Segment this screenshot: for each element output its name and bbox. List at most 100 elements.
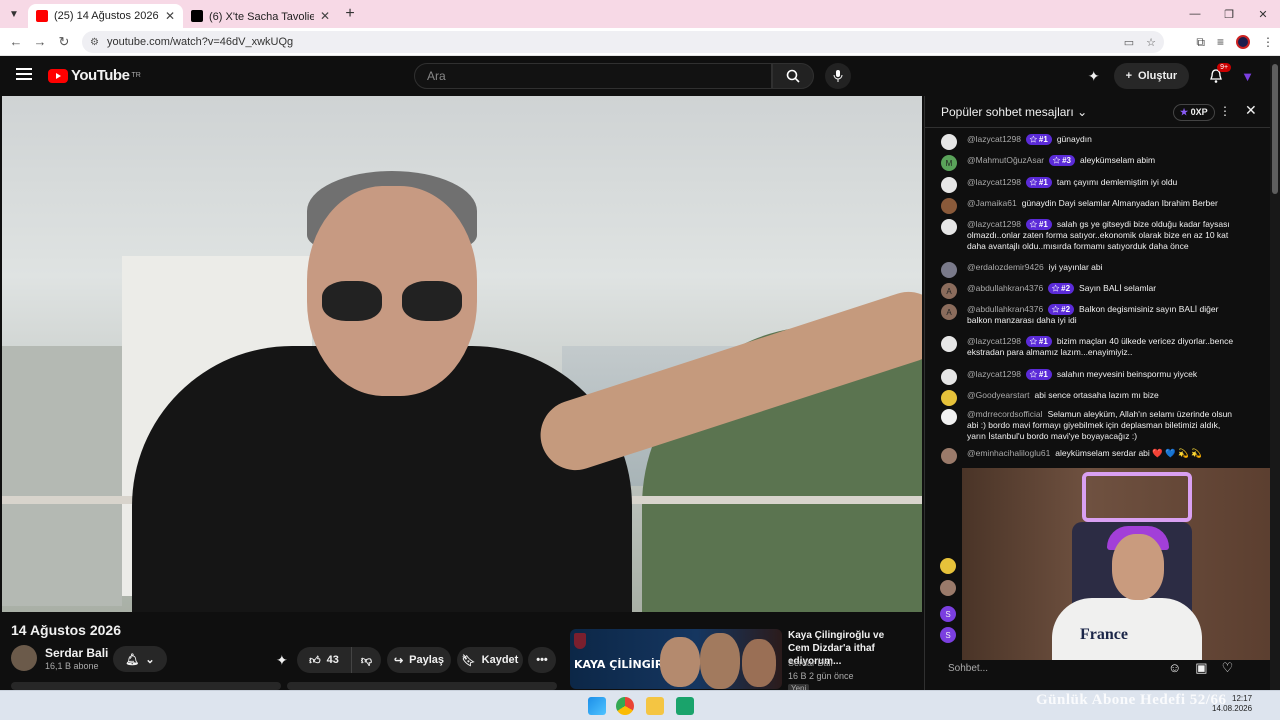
forward-icon[interactable]: → bbox=[28, 34, 52, 49]
close-window-icon[interactable]: ✕ bbox=[1246, 0, 1280, 28]
more-actions-button[interactable]: ••• bbox=[528, 647, 556, 673]
super-chat-icon[interactable]: ▣ bbox=[1195, 660, 1207, 676]
more-vertical-icon[interactable]: ⋮ bbox=[1219, 104, 1231, 118]
chat-author-name[interactable]: @lazycat1298 bbox=[967, 219, 1021, 229]
chat-author-avatar[interactable]: A bbox=[941, 304, 957, 320]
chat-author-name[interactable]: @abdullahkran4376 bbox=[967, 304, 1043, 314]
cast-icon[interactable]: ▭ bbox=[1124, 36, 1134, 49]
site-info-icon[interactable]: ⚙ bbox=[90, 37, 99, 48]
chat-message: @mdrrecordsofficial Selamun aleyküm, Alla… bbox=[941, 409, 1241, 442]
browser-toolbar: ← → ↻ ⚙ youtube.com/watch?v=46dV_xwkUQg … bbox=[0, 28, 1280, 56]
comment-box[interactable] bbox=[287, 682, 557, 690]
chat-message-text: aleykümselam abim bbox=[1079, 155, 1156, 165]
profile-avatar[interactable] bbox=[1236, 35, 1250, 49]
chat-author-name[interactable]: @mdrrecordsofficial bbox=[967, 409, 1043, 419]
extensions-icon[interactable]: ⧉ bbox=[1196, 35, 1205, 50]
chat-author-name[interactable]: @eminhacihaliloglu61 bbox=[967, 448, 1050, 458]
recommended-video-thumbnail[interactable]: KAYA ÇİLİNGİROĞLU bbox=[570, 629, 782, 689]
file-explorer-icon[interactable] bbox=[646, 697, 664, 715]
restore-icon[interactable]: ❐ bbox=[1212, 0, 1246, 28]
chat-participant-avatar bbox=[940, 580, 956, 596]
chat-author-avatar[interactable] bbox=[941, 448, 957, 464]
chat-author-avatar[interactable] bbox=[941, 390, 957, 406]
ask-sparkle-icon[interactable]: ✦ bbox=[276, 652, 288, 669]
emoji-icon[interactable]: ☺ bbox=[1168, 660, 1181, 676]
share-button[interactable]: ↪ Paylaş bbox=[387, 647, 451, 673]
chat-author-name[interactable]: @abdullahkran4376 bbox=[967, 283, 1043, 293]
dislike-button[interactable]: 👎︎ bbox=[351, 647, 381, 673]
media-controls-icon[interactable]: ≡ bbox=[1217, 35, 1224, 49]
subscribed-bell-button[interactable]: 🔔︎ ⌄ bbox=[113, 646, 167, 672]
browser-menu-icon[interactable]: ⋮ bbox=[1262, 35, 1274, 49]
chat-message: @lazycat1298 ✩ #1 tam çayımı demlemiştim i… bbox=[941, 177, 1241, 193]
app-icon[interactable] bbox=[676, 697, 694, 715]
new-tab-icon[interactable]: + bbox=[338, 5, 362, 23]
chat-author-name[interactable]: @Goodyearstart bbox=[967, 390, 1030, 400]
youtube-header: YouTube TR Ara ✦ + Oluştur 9+ ▼ bbox=[0, 56, 1280, 96]
chat-rank-badge: ✩ #2 bbox=[1048, 304, 1075, 315]
channel-avatar[interactable] bbox=[11, 645, 37, 671]
recommended-channel[interactable]: Serdar Bali bbox=[788, 658, 833, 668]
chat-author-avatar[interactable] bbox=[941, 177, 957, 193]
tab-search-icon[interactable]: ▼ bbox=[0, 0, 28, 28]
chat-author-name[interactable]: @MahmutOğuzAsar bbox=[967, 155, 1044, 165]
chat-author-avatar[interactable] bbox=[941, 262, 957, 278]
chat-author-avatar[interactable] bbox=[941, 198, 957, 214]
save-button[interactable]: 🔖︎ Kaydet bbox=[457, 647, 523, 673]
voice-search-button[interactable] bbox=[825, 63, 851, 89]
chat-author-avatar[interactable] bbox=[941, 336, 957, 352]
chat-author-avatar[interactable] bbox=[941, 219, 957, 235]
chat-author-name[interactable]: @lazycat1298 bbox=[967, 177, 1021, 187]
search-icon bbox=[786, 69, 800, 83]
create-button[interactable]: + Oluştur bbox=[1113, 63, 1190, 89]
tab-youtube[interactable]: (25) 14 Ağustos 2026 - YouTube ✕ bbox=[28, 4, 183, 28]
menu-icon[interactable] bbox=[16, 68, 32, 80]
browser-tab-strip: ▼ (25) 14 Ağustos 2026 - YouTube ✕ (6) X… bbox=[0, 0, 1280, 28]
close-tab-icon[interactable]: ✕ bbox=[165, 9, 175, 23]
windows-start-icon[interactable] bbox=[588, 697, 606, 715]
video-player[interactable] bbox=[2, 96, 922, 612]
chat-message-text: günaydin Dayi selamlar Almanyadan Ibrahi… bbox=[1021, 198, 1218, 208]
chat-author-avatar[interactable] bbox=[941, 134, 957, 150]
youtube-logo[interactable]: YouTube TR bbox=[48, 67, 141, 84]
chat-author-avatar[interactable]: A bbox=[941, 283, 957, 299]
reload-icon[interactable]: ↻ bbox=[52, 34, 76, 50]
like-button[interactable]: 👍︎ 43 bbox=[297, 647, 351, 673]
notifications-button[interactable]: 9+ bbox=[1201, 61, 1232, 91]
ask-sparkle-icon[interactable]: ✦ bbox=[1088, 68, 1100, 85]
minimize-icon[interactable]: — bbox=[1178, 0, 1212, 28]
chat-author-name[interactable]: @lazycat1298 bbox=[967, 369, 1021, 379]
streamer-camera-overlay: France bbox=[962, 468, 1278, 660]
channel-name[interactable]: Serdar Bali bbox=[45, 646, 108, 660]
youtube-favicon-icon bbox=[36, 10, 48, 22]
tab-x[interactable]: (6) X'te Sacha Tavolieri: "🔵🟣 ✕ bbox=[183, 4, 338, 28]
save-label: Kaydet bbox=[481, 654, 519, 666]
close-icon[interactable]: ✕ bbox=[1245, 102, 1257, 119]
heart-icon[interactable]: ♡ bbox=[1222, 660, 1234, 676]
subscriber-count: 16,1 B abone bbox=[45, 661, 99, 671]
back-icon[interactable]: ← bbox=[4, 34, 28, 49]
chat-mode-dropdown[interactable]: Popüler sohbet mesajları ⌄ bbox=[941, 105, 1087, 119]
chat-author-name[interactable]: @lazycat1298 bbox=[967, 336, 1021, 346]
chat-message: @lazycat1298 ✩ #1 salah gs ye gitseydi biz… bbox=[941, 219, 1241, 252]
share-label: Paylaş bbox=[409, 654, 445, 666]
tab-title: (6) X'te Sacha Tavolieri: "🔵🟣 bbox=[209, 10, 314, 23]
search-button[interactable] bbox=[772, 63, 814, 89]
chat-author-name[interactable]: @lazycat1298 bbox=[967, 134, 1021, 144]
search-input[interactable]: Ara bbox=[414, 63, 772, 89]
chat-author-avatar[interactable] bbox=[941, 369, 957, 385]
scrollbar-thumb[interactable] bbox=[1272, 64, 1278, 194]
chat-author-avatar[interactable]: M bbox=[941, 155, 957, 171]
close-tab-icon[interactable]: ✕ bbox=[320, 9, 330, 23]
chat-author-name[interactable]: @erdalozdemir9426 bbox=[967, 262, 1044, 272]
chat-input[interactable]: Sohbet... bbox=[940, 658, 1158, 678]
address-bar[interactable]: ⚙ youtube.com/watch?v=46dV_xwkUQg ▭ ☆ bbox=[82, 31, 1164, 53]
channel-avatar-icon[interactable]: ▼ bbox=[1241, 69, 1254, 84]
description-box[interactable] bbox=[11, 682, 281, 690]
page-scrollbar[interactable] bbox=[1270, 56, 1280, 690]
bookmark-star-icon[interactable]: ☆ bbox=[1146, 36, 1156, 49]
chrome-icon[interactable] bbox=[616, 697, 634, 715]
chat-author-name[interactable]: @Jamaika61 bbox=[967, 198, 1017, 208]
chat-author-avatar[interactable] bbox=[941, 409, 957, 425]
xp-badge[interactable]: ★ 0XP bbox=[1173, 104, 1215, 121]
